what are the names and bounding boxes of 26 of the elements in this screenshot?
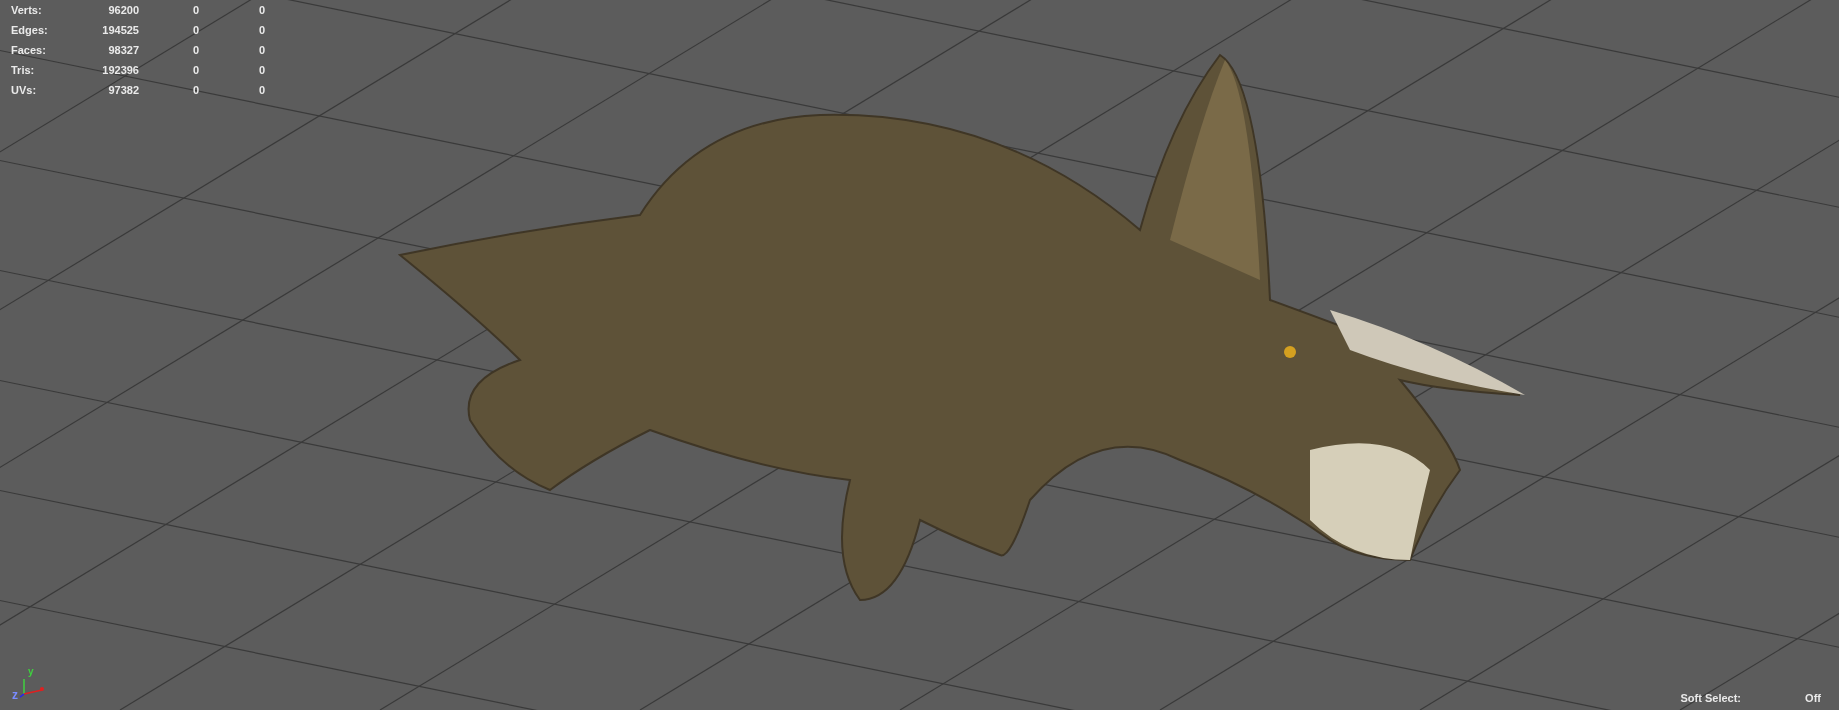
z-axis-label: z — [12, 687, 18, 704]
soft-select-label: Soft Select: — [1680, 690, 1741, 706]
stat-value: 96200 — [107, 3, 139, 18]
stat-value: 0 — [191, 63, 199, 78]
stat-value: 194525 — [101, 23, 139, 38]
soft-select-value: Off — [1804, 690, 1821, 706]
y-axis-label: y — [28, 665, 34, 679]
stat-value: 0 — [257, 43, 265, 58]
stat-value: 0 — [257, 63, 265, 78]
stat-value: 0 — [191, 3, 199, 18]
stat-value: 0 — [257, 3, 265, 18]
stat-value: 98327 — [107, 43, 139, 58]
stat-label: Tris: — [11, 63, 36, 78]
stat-value: 192396 — [101, 63, 139, 78]
stat-value: 0 — [191, 83, 199, 98]
stat-label: Verts: — [11, 3, 43, 18]
stat-value: 0 — [191, 23, 199, 38]
stat-label: Edges: — [11, 23, 49, 38]
stat-value: 97382 — [107, 83, 139, 98]
stat-value: 0 — [257, 23, 265, 38]
stat-label: Faces: — [11, 43, 47, 58]
viewport[interactable]: Verts: 96200 0 0 Edges: 194525 0 0 Faces: 98327 0 0 Tris: 192396 0 0 UVs: 97382 0 0 y z Soft Select: Off — [0, 0, 1839, 710]
axis-gizmo-icon — [18, 678, 46, 698]
stat-value: 0 — [191, 43, 199, 58]
stat-value: 0 — [257, 83, 265, 98]
stat-label: UVs: — [11, 83, 38, 98]
